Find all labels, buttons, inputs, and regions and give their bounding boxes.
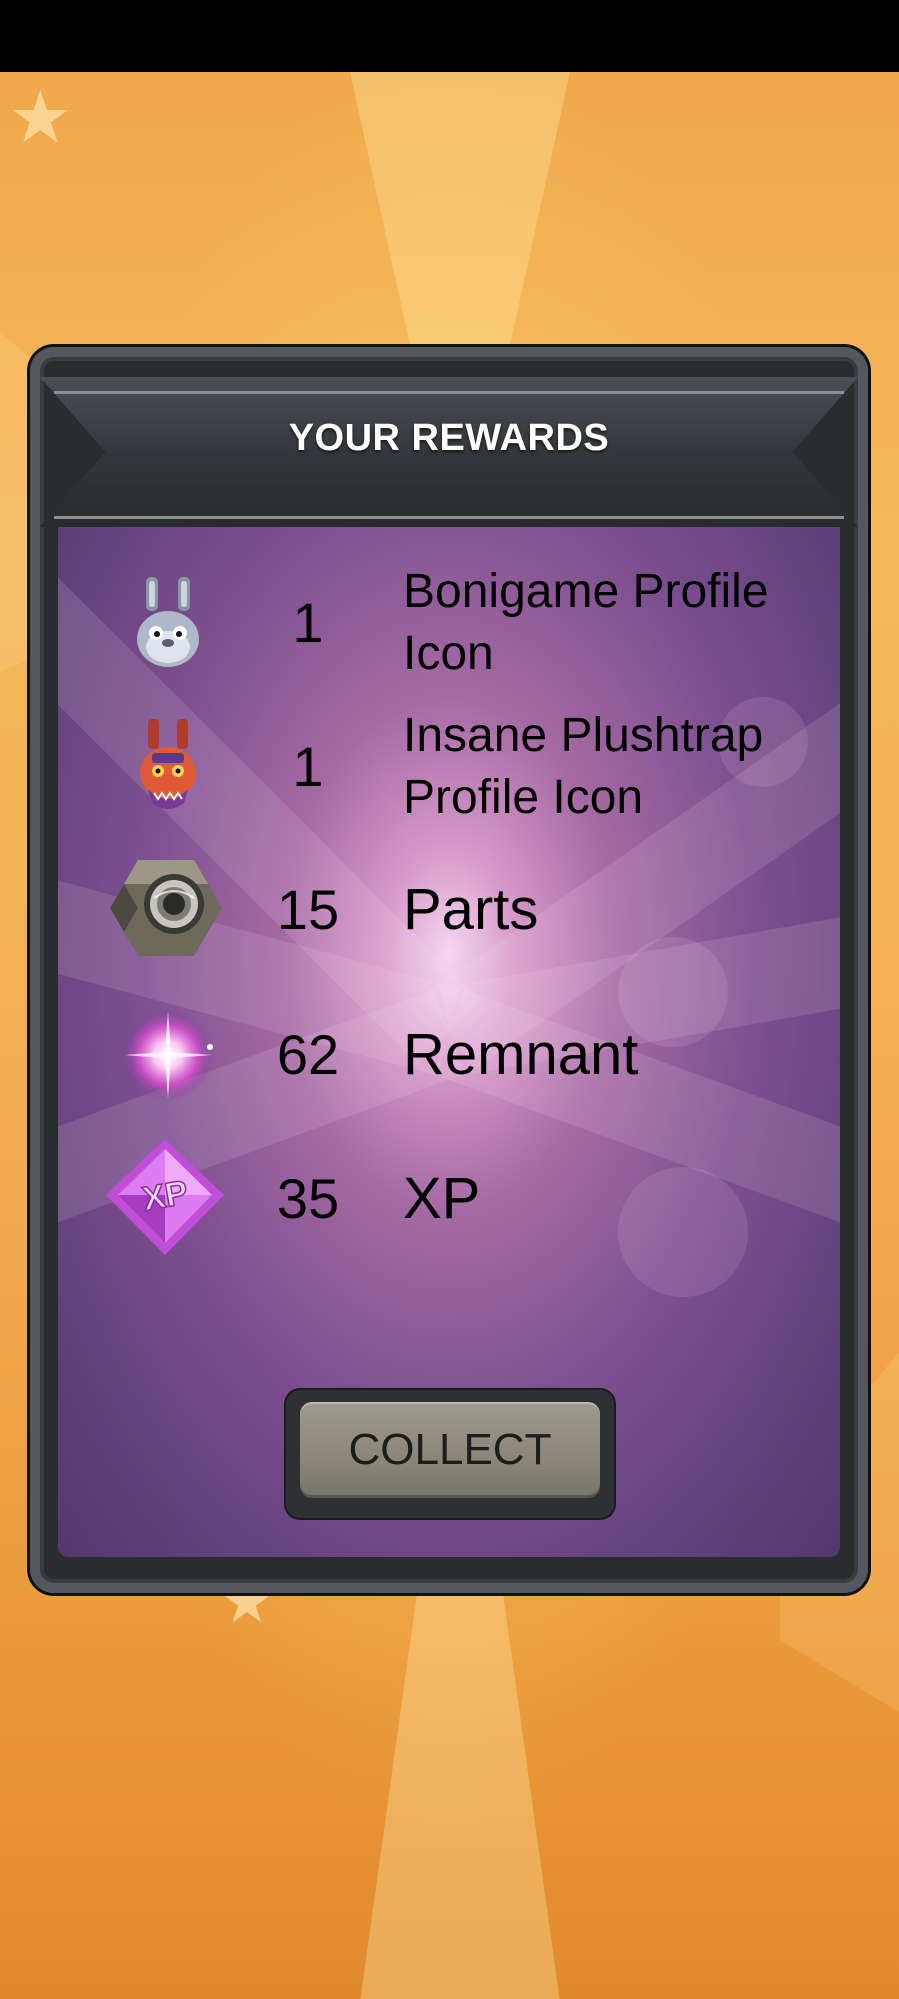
- star-icon: ★: [8, 78, 73, 158]
- reward-quantity: 35: [276, 1167, 340, 1230]
- reward-quantity: 1: [292, 735, 324, 798]
- plushtrap-profile-icon: [118, 717, 218, 817]
- reward-row: XP 35 XP: [58, 1139, 840, 1259]
- reward-row: 62 Remnant: [58, 995, 840, 1115]
- light-ray: [360, 1572, 560, 1999]
- xp-icon-text: XP: [140, 1173, 191, 1218]
- collect-button[interactable]: COLLECT: [300, 1402, 600, 1498]
- reward-name: Insane Plushtrap Profile Icon: [403, 709, 764, 824]
- rewards-dialog: YOUR REWARDS 1 Bonigame Profile Icon 1 I…: [30, 347, 868, 1593]
- reward-row: 1 Bonigame Profile Icon: [58, 563, 840, 683]
- dialog-title: YOUR REWARDS: [288, 417, 610, 459]
- remnant-orb-icon: [118, 1005, 218, 1105]
- reward-name: Parts: [403, 877, 539, 942]
- reward-name: Bonigame Profile Icon: [403, 565, 769, 680]
- xp-gem-icon: XP: [102, 1135, 228, 1261]
- light-ray: [350, 72, 570, 372]
- reward-row: 1 Insane Plushtrap Profile Icon: [58, 707, 840, 827]
- reward-quantity: 1: [292, 591, 324, 654]
- reward-name: Remnant: [403, 1022, 639, 1087]
- reward-name: XP: [403, 1166, 481, 1231]
- bonnie-profile-icon: [118, 573, 218, 673]
- hex-nut-icon: [104, 848, 228, 972]
- status-bar: [0, 0, 899, 72]
- reward-quantity: 62: [276, 1023, 340, 1086]
- collect-button-frame: COLLECT: [286, 1390, 614, 1518]
- reward-row: 15 Parts: [58, 850, 840, 970]
- reward-quantity: 15: [276, 878, 340, 941]
